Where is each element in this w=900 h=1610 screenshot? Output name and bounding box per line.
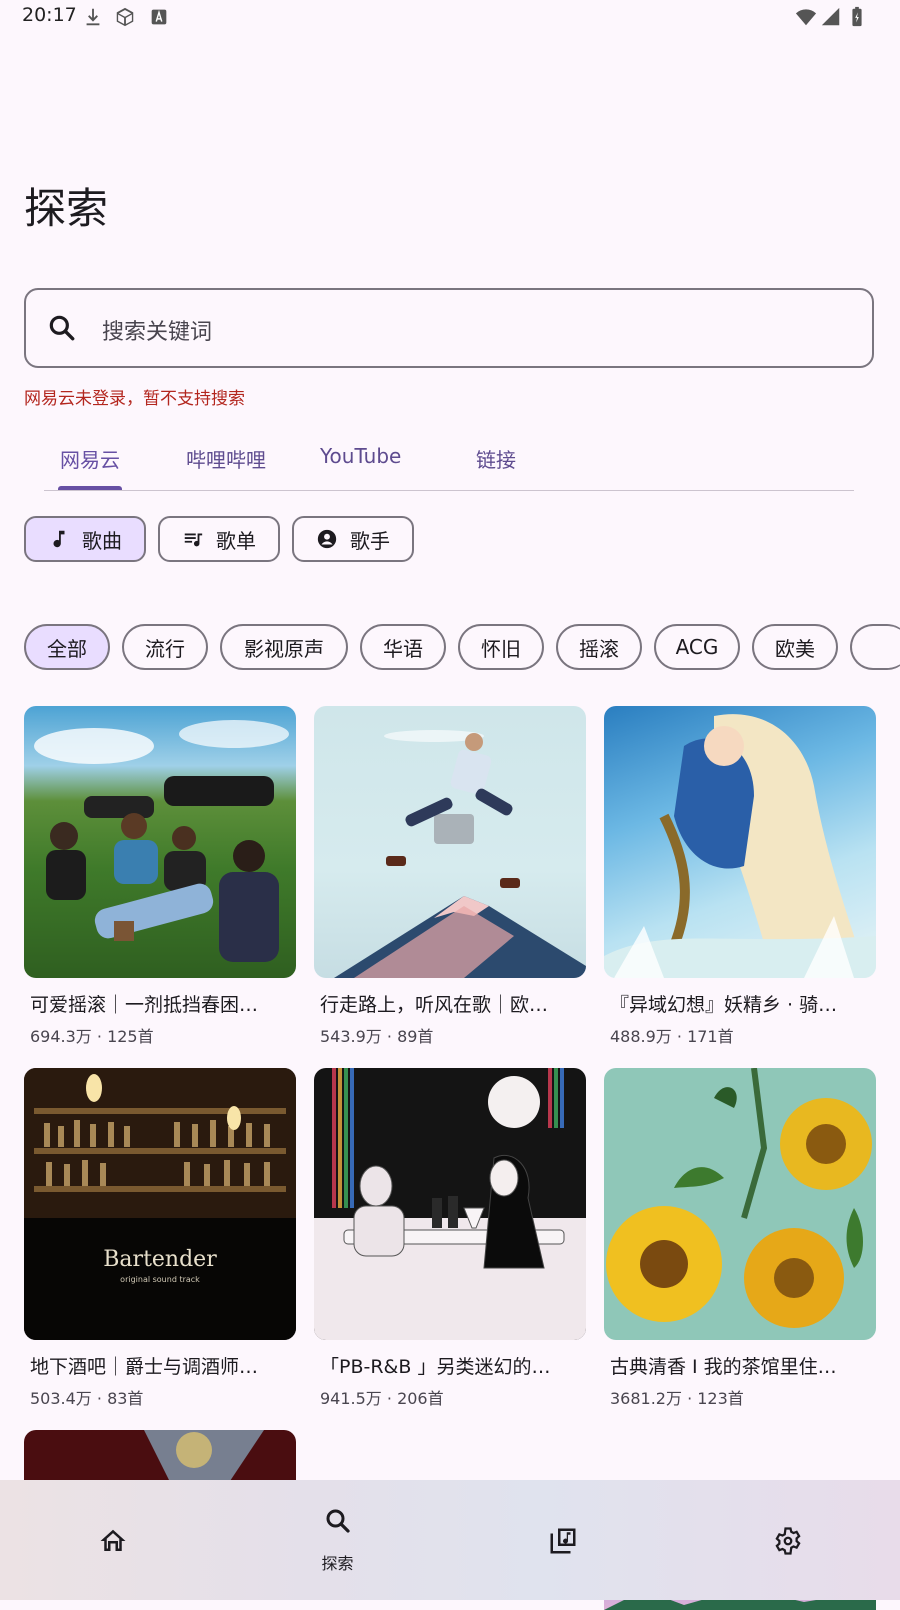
search-icon [49, 315, 75, 341]
library-music-icon [550, 1528, 576, 1554]
keyboard-a-icon [151, 9, 167, 25]
chip-artists-label: 歌手 [350, 528, 390, 553]
playlist-cover [24, 706, 296, 978]
playlist-icon [184, 533, 203, 547]
cover-title-text: Bartender [103, 1247, 217, 1272]
category-chip-overflow[interactable] [850, 624, 900, 670]
tab-youtube[interactable]: YouTube [320, 444, 401, 468]
search-icon [326, 1509, 350, 1533]
playlist-meta: 488.9万 · 171首 [610, 1027, 734, 1046]
playlist-card[interactable]: Bartender original sound track 地下酒吧｜爵士与调… [24, 1068, 296, 1409]
chip-songs[interactable]: 歌曲 [24, 516, 146, 562]
playlist-card[interactable]: 行走路上，听风在歌｜欧… 543.9万 · 89首 [314, 706, 586, 1047]
playlist-card[interactable]: 『异域幻想』妖精乡 · 骑… 488.9万 · 171首 [604, 706, 876, 1047]
chip-playlists[interactable]: 歌单 [158, 516, 280, 562]
playlist-title: 『异域幻想』妖精乡 · 骑… [610, 994, 838, 1016]
cube-icon [116, 7, 134, 27]
chip-songs-label: 歌曲 [82, 528, 122, 553]
playlist-meta: 694.3万 · 125首 [30, 1027, 154, 1046]
tab-indicator [58, 486, 122, 490]
nav-library[interactable] [450, 1480, 675, 1600]
category-chip-all[interactable]: 全部 [24, 624, 110, 670]
source-tabs: 网易云 哔哩哔哩 YouTube 链接 [44, 430, 854, 491]
battery-icon [852, 6, 862, 27]
status-time: 20:17 [22, 4, 77, 26]
playlist-meta: 543.9万 · 89首 [320, 1027, 434, 1046]
playlist-cover: Bartender original sound track [24, 1068, 296, 1340]
category-chip-chinese[interactable]: 华语 [360, 624, 446, 670]
playlist-cover [314, 706, 586, 978]
playlist-cover [314, 1068, 586, 1340]
playlist-title: 地下酒吧｜爵士与调酒师… [30, 1356, 259, 1378]
home-icon [100, 1529, 126, 1551]
category-chip-western[interactable]: 欧美 [752, 624, 838, 670]
search-input[interactable]: 搜索关键词 [24, 288, 874, 368]
music-note-icon [53, 530, 65, 548]
category-chip-soundtrack[interactable]: 影视原声 [220, 624, 348, 670]
status-bar: 20:17 [0, 0, 900, 36]
playlist-meta: 941.5万 · 206首 [320, 1389, 444, 1408]
playlist-cover [604, 1068, 876, 1340]
signal-icon [821, 7, 840, 26]
playlist-card[interactable]: 古典清香 I 我的茶馆里住… 3681.2万 · 123首 [604, 1068, 876, 1409]
playlist-title: 可爱摇滚｜一剂抵挡春困… [30, 994, 259, 1016]
category-chip-nostalgic[interactable]: 怀旧 [458, 624, 544, 670]
cover-subtitle-text: original sound track [120, 1275, 200, 1284]
tab-link[interactable]: 链接 [476, 444, 516, 473]
category-chip-pop[interactable]: 流行 [122, 624, 208, 670]
nav-home[interactable] [0, 1480, 225, 1600]
account-circle-icon [317, 529, 337, 549]
nav-explore[interactable]: 探索 [225, 1480, 450, 1600]
playlist-cover [604, 706, 876, 978]
search-error-text: 网易云未登录，暂不支持搜索 [24, 389, 245, 409]
nav-explore-label: 探索 [321, 1554, 354, 1573]
tab-bilibili[interactable]: 哔哩哔哩 [186, 444, 266, 473]
category-chip-acg[interactable]: ACG [654, 624, 740, 670]
tab-netease[interactable]: 网易云 [60, 444, 120, 473]
settings-icon [775, 1527, 801, 1555]
category-chip-rock[interactable]: 摇滚 [556, 624, 642, 670]
chip-artists[interactable]: 歌手 [292, 516, 414, 562]
search-placeholder: 搜索关键词 [102, 320, 213, 345]
bottom-navigation: 探索 [0, 1480, 900, 1600]
playlist-meta: 3681.2万 · 123首 [610, 1389, 744, 1408]
playlist-card[interactable]: 「PB-R&B 」另类迷幻的… 941.5万 · 206首 [314, 1068, 586, 1409]
playlist-title: 行走路上，听风在歌｜欧… [320, 994, 549, 1016]
chip-playlists-label: 歌单 [216, 528, 256, 553]
playlist-title: 古典清香 I 我的茶馆里住… [610, 1356, 837, 1378]
playlist-title: 「PB-R&B 」另类迷幻的… [320, 1356, 551, 1378]
nav-settings[interactable] [675, 1480, 900, 1600]
playlist-meta: 503.4万 · 83首 [30, 1389, 144, 1408]
playlist-card[interactable]: 可爱摇滚｜一剂抵挡春困… 694.3万 · 125首 [24, 706, 296, 1047]
wifi-icon [795, 9, 817, 26]
page-title: 探索 [24, 184, 109, 233]
download-icon [86, 8, 100, 26]
